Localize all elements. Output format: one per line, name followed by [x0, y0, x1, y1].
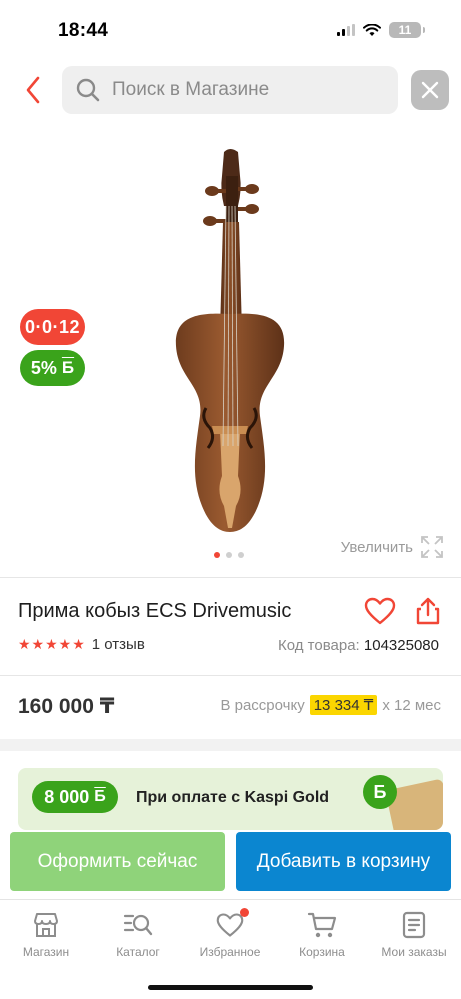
status-bar: 18:44 11 — [0, 0, 461, 58]
carousel-indicator — [214, 552, 244, 558]
wifi-icon — [363, 23, 381, 36]
checkout-now-button[interactable]: Оформить сейчас — [10, 832, 225, 891]
notification-dot — [240, 908, 249, 917]
nav-label: Каталог — [116, 945, 160, 959]
heart-icon — [215, 908, 249, 940]
installment-info[interactable]: В рассрочку 13 334 ₸ x 12 мес — [220, 695, 441, 715]
bonus-currency-icon: Б — [61, 358, 75, 377]
installment-suffix: x 12 мес — [382, 696, 441, 714]
kaspi-gold-promo[interactable]: 8 000 Б При оплате с Kaspi Gold Б — [18, 768, 443, 830]
nav-item-cart[interactable]: Корзина — [276, 910, 368, 959]
signal-icon — [337, 24, 355, 36]
nav-label: Корзина — [299, 945, 345, 959]
divider — [0, 675, 461, 676]
kaspi-bonus-amount: 8 000 — [44, 786, 90, 807]
bonus-badge: 5% Б — [20, 350, 85, 386]
nav-item-catalog[interactable]: Каталог — [92, 910, 184, 959]
nav-item-orders[interactable]: Мои заказы — [368, 910, 460, 959]
carousel-dot-active[interactable] — [214, 552, 220, 558]
installment-prefix: В рассрочку — [220, 696, 305, 714]
zoom-button[interactable]: Увеличить — [341, 536, 443, 558]
bonus-coin-icon: Б — [363, 775, 397, 809]
status-icons: 11 — [337, 22, 425, 38]
bottom-navigation: Магазин Каталог Избранное Корзина Мои за… — [0, 899, 461, 999]
close-icon — [421, 81, 439, 99]
search-icon — [74, 76, 102, 104]
search-header — [0, 64, 461, 116]
back-button[interactable] — [18, 74, 48, 106]
nav-item-favorites[interactable]: Избранное — [184, 908, 276, 959]
divider — [0, 577, 461, 578]
nav-item-store[interactable]: Магазин — [0, 910, 92, 959]
product-gallery[interactable]: 0·0·12 5% Б Увеличить — [0, 128, 461, 570]
sku: Код товара: 104325080 — [278, 637, 439, 654]
battery-indicator: 11 — [389, 22, 425, 38]
search-box[interactable] — [62, 66, 398, 114]
cart-icon — [307, 910, 337, 940]
share-button[interactable] — [411, 594, 445, 628]
sku-label: Код товара: — [278, 637, 360, 654]
share-icon — [416, 597, 440, 625]
bonus-percent: 5% — [30, 357, 57, 378]
installment-promo-badge: 0·0·12 — [20, 309, 85, 345]
search-input[interactable] — [112, 79, 382, 101]
installment-amount: 13 334 ₸ — [309, 695, 378, 715]
clear-search-button[interactable] — [411, 70, 449, 110]
carousel-dot[interactable] — [226, 552, 232, 558]
store-icon — [31, 910, 61, 940]
add-to-cart-button[interactable]: Добавить в корзину — [236, 832, 451, 891]
expand-icon — [421, 536, 443, 558]
product-title: Прима кобыз ECS Drivemusic — [18, 600, 292, 622]
favorite-button[interactable] — [362, 594, 398, 628]
reviews-link[interactable]: 1 отзыв — [92, 636, 145, 653]
battery-level: 11 — [398, 23, 412, 37]
heart-icon — [364, 597, 396, 625]
kaspi-bonus-currency: Б — [94, 788, 106, 805]
sku-value: 104325080 — [363, 637, 439, 654]
nav-label: Магазин — [22, 945, 70, 959]
kaspi-gold-text: При оплате с Kaspi Gold — [136, 789, 330, 806]
product-price: 160 000 ₸ — [18, 695, 115, 718]
carousel-dot[interactable] — [238, 552, 244, 558]
product-image[interactable] — [160, 146, 300, 541]
home-indicator — [148, 985, 313, 990]
section-separator — [0, 739, 461, 751]
rating-row[interactable]: ★★★★★ 1 отзыв — [18, 636, 145, 653]
kaspi-bonus-pill: 8 000 Б — [32, 781, 118, 813]
nav-label: Избранное — [199, 945, 261, 959]
catalog-search-icon — [123, 910, 153, 940]
status-time: 18:44 — [58, 20, 109, 41]
nav-label: Мои заказы — [381, 945, 447, 959]
zoom-label: Увеличить — [340, 538, 413, 556]
chevron-left-icon — [26, 76, 40, 104]
orders-icon — [399, 910, 429, 940]
rating-stars: ★★★★★ — [18, 636, 86, 652]
